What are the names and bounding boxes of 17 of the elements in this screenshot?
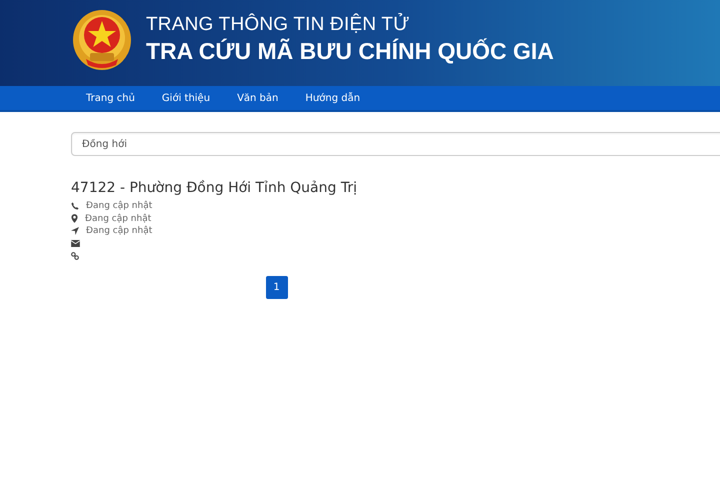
- page-button[interactable]: 1: [266, 276, 288, 298]
- nav-link[interactable]: Trang chủ: [86, 92, 135, 104]
- link-icon: [71, 252, 79, 260]
- detail-text: Đang cập nhật: [86, 201, 152, 212]
- result-title: 47122 - Phường Đồng Hới Tỉnh Quảng Trị: [71, 180, 358, 196]
- envelope-icon: [71, 240, 80, 248]
- navigation-arrow-icon: [71, 227, 79, 236]
- map-pin-icon: [71, 214, 78, 224]
- site-title: TRA CỨU MÃ BƯU CHÍNH QUỐC GIA: [146, 38, 554, 64]
- site-subtitle: TRANG THÔNG TIN ĐIỆN TỬ: [146, 14, 411, 36]
- emblem-drawing: [72, 9, 132, 71]
- detail-text: Đang cập nhật: [86, 226, 152, 236]
- nav-link[interactable]: Hướng dẫn: [305, 92, 360, 104]
- phone-icon: [71, 202, 79, 210]
- nav-link[interactable]: Văn bản: [237, 92, 278, 104]
- detail-text: Đang cập nhật: [85, 214, 152, 224]
- nav-link[interactable]: Giới thiệu: [162, 92, 210, 104]
